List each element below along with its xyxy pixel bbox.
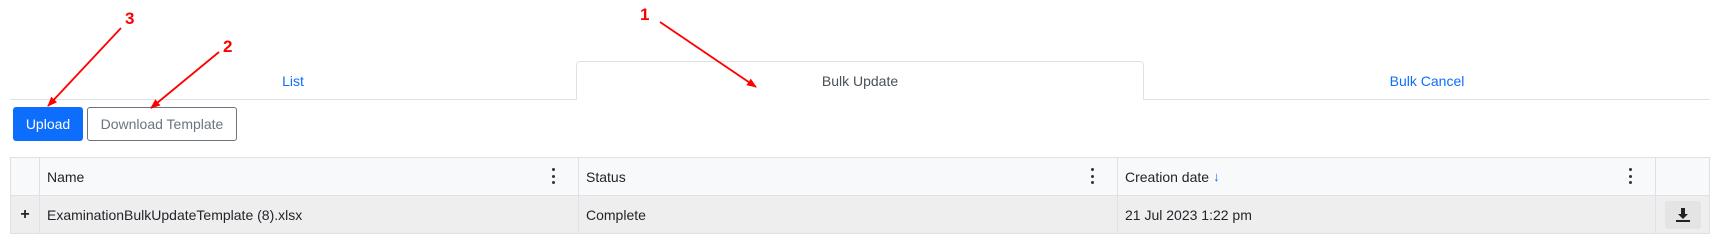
table-header-row: Name Status Creation date ↓ <box>11 158 1709 196</box>
upload-button[interactable]: Upload <box>13 107 83 141</box>
tab-list[interactable]: List <box>10 61 576 100</box>
column-menu-icon[interactable] <box>1629 168 1633 184</box>
expand-header-cell <box>11 158 40 195</box>
annotation-number-3: 3 <box>125 9 135 28</box>
tab-bulk-update[interactable]: Bulk Update <box>576 61 1144 100</box>
cell-creation-date: 21 Jul 2023 1:22 pm <box>1118 196 1656 233</box>
cell-status: Complete <box>579 196 1118 233</box>
table-row[interactable]: + ExaminationBulkUpdateTemplate (8).xlsx… <box>11 196 1709 233</box>
toolbar: Upload Download Template <box>13 107 237 141</box>
cell-name: ExaminationBulkUpdateTemplate (8).xlsx <box>40 196 579 233</box>
column-header-label: Status <box>586 168 626 185</box>
download-template-button[interactable]: Download Template <box>87 107 237 141</box>
column-header-label: Creation date <box>1125 168 1210 185</box>
sort-descending-icon[interactable]: ↓ <box>1213 169 1220 184</box>
annotation-number-1: 1 <box>640 5 650 24</box>
tab-bulk-cancel[interactable]: Bulk Cancel <box>1144 61 1710 100</box>
actions-cell <box>1656 196 1709 233</box>
uploads-table: Name Status Creation date ↓ + Examinatio… <box>10 157 1710 234</box>
tab-bar: List Bulk Update Bulk Cancel <box>10 61 1710 100</box>
annotation-number-2: 2 <box>223 37 233 56</box>
column-header-status[interactable]: Status <box>579 158 1118 195</box>
column-header-creation-date[interactable]: Creation date ↓ <box>1118 158 1656 195</box>
column-menu-icon[interactable] <box>1091 168 1095 184</box>
download-button[interactable] <box>1664 200 1701 229</box>
column-header-name[interactable]: Name <box>40 158 579 195</box>
expand-row-icon[interactable]: + <box>20 206 29 224</box>
column-header-label: Name <box>47 168 85 185</box>
expand-cell: + <box>11 196 40 233</box>
download-icon <box>1675 207 1690 222</box>
actions-header-cell <box>1656 158 1709 195</box>
column-menu-icon[interactable] <box>552 168 556 184</box>
